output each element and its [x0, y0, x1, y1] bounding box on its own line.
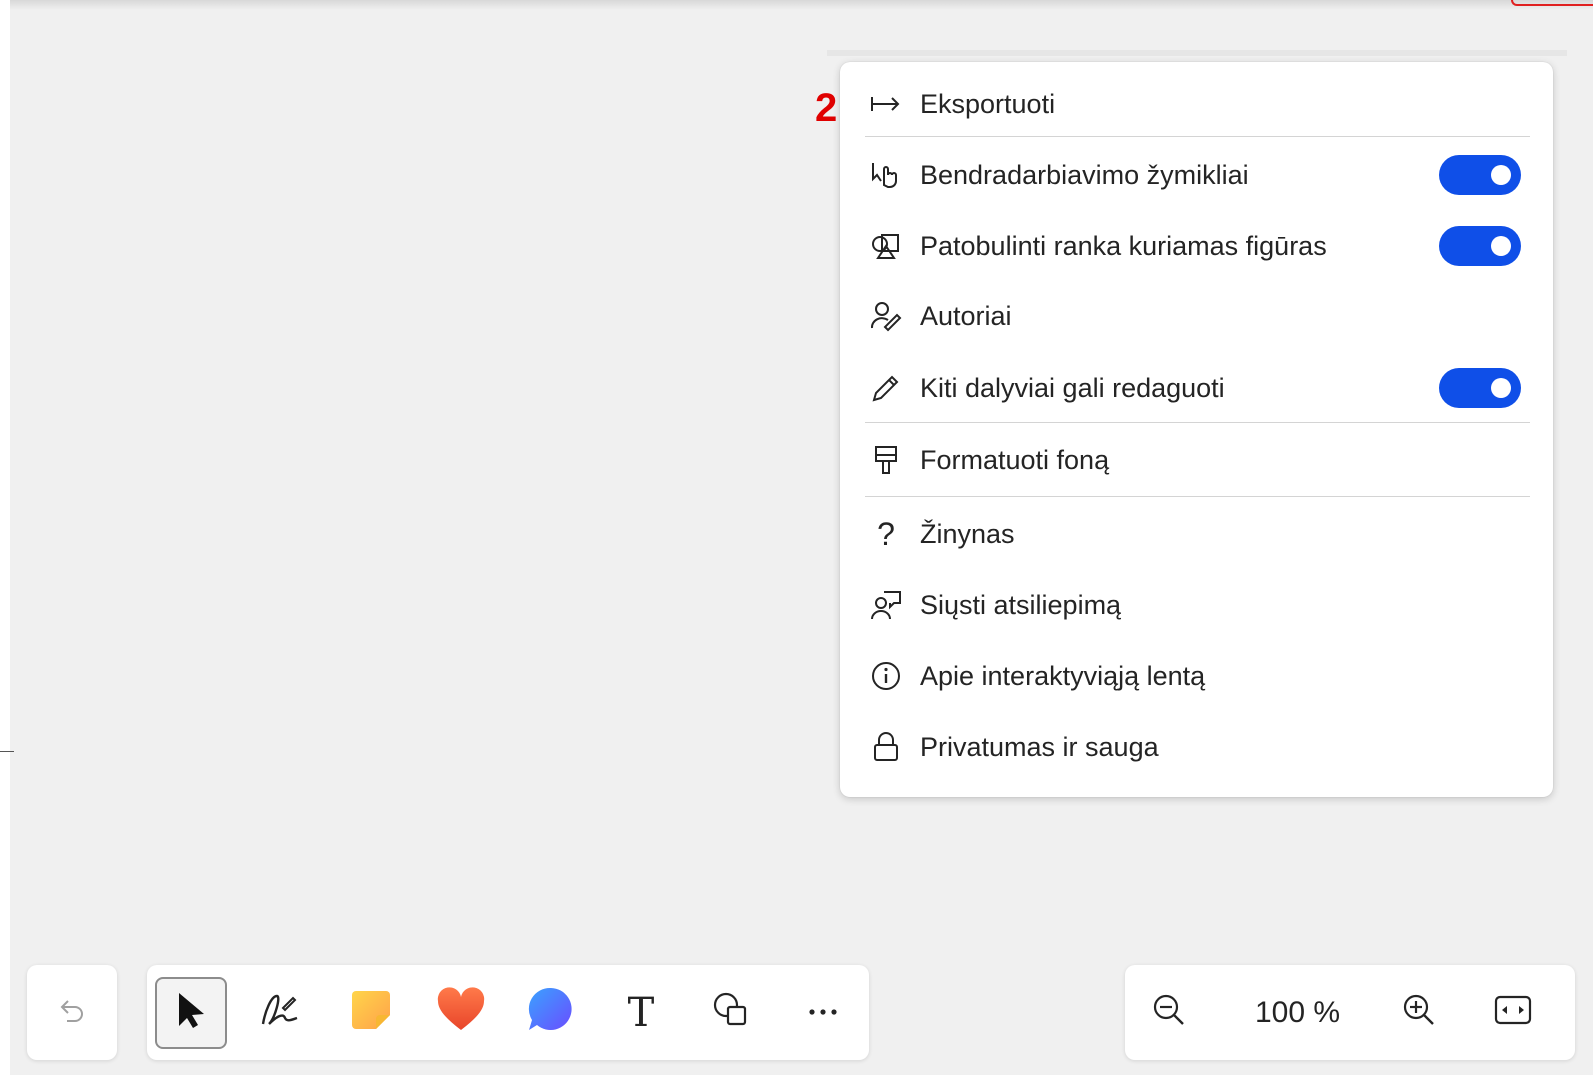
- pen-tool-button[interactable]: [243, 977, 315, 1049]
- info-icon: [870, 660, 902, 692]
- reaction-button[interactable]: [425, 977, 497, 1049]
- question-icon: ?: [877, 515, 895, 552]
- zoom-out-button[interactable]: [1133, 977, 1205, 1049]
- others-can-edit-toggle[interactable]: [1439, 368, 1521, 408]
- toggle-knob: [1491, 378, 1511, 398]
- reaction-icon: [436, 987, 486, 1038]
- zoom-toolbar: 100 %: [1125, 965, 1575, 1060]
- tools-toolbar: T: [147, 965, 869, 1060]
- collaboration-cursor-icon: [870, 159, 902, 191]
- pencil-icon: [870, 372, 902, 404]
- menu-backdrop-strip: [827, 50, 1567, 56]
- menu-item-label: Privatumas ir sauga: [920, 731, 1159, 762]
- menu-item-label: Kiti dalyviai gali redaguoti: [920, 372, 1225, 403]
- menu-item-label: Formatuoti foną: [920, 444, 1110, 475]
- sticky-note-icon: [348, 987, 394, 1038]
- pen-icon: [257, 988, 301, 1037]
- menu-divider: [865, 422, 1530, 423]
- menu-item-label: Žinynas: [920, 518, 1015, 549]
- menu-item-label: Siųsti atsiliepimą: [920, 589, 1122, 620]
- fit-to-screen-icon: [1494, 994, 1532, 1031]
- menu-item-label: Bendradarbiavimo žymikliai: [920, 159, 1249, 190]
- menu-item-format-background[interactable]: Formatuoti foną: [840, 430, 1553, 490]
- person-edit-icon: [870, 300, 902, 332]
- menu-item-feedback[interactable]: Siųsti atsiliepimą: [840, 575, 1553, 635]
- fit-to-screen-button[interactable]: [1477, 977, 1549, 1049]
- undo-icon: [55, 993, 89, 1032]
- menu-item-authors[interactable]: Autoriai: [840, 286, 1553, 346]
- menu-item-help[interactable]: ? Žinynas: [840, 504, 1553, 564]
- zoom-level: 100 %: [1255, 995, 1341, 1029]
- step-badge: 2: [815, 86, 838, 130]
- export-icon: [870, 88, 902, 120]
- shapes-icon: [870, 230, 902, 262]
- menu-item-others-can-edit[interactable]: Kiti dalyviai gali redaguoti: [840, 358, 1553, 418]
- menu-item-label: Autoriai: [920, 300, 1012, 331]
- toggle-knob: [1491, 165, 1511, 185]
- more-tools-button[interactable]: [787, 977, 859, 1049]
- more-icon: [807, 1004, 839, 1022]
- zoom-in-button[interactable]: [1383, 977, 1455, 1049]
- select-tool-button[interactable]: [155, 976, 227, 1049]
- settings-menu: Eksportuoti Bendradarbiavimo žymikliai P…: [840, 62, 1553, 797]
- menu-item-ink-shapes[interactable]: Patobulinti ranka kuriamas figūras: [840, 216, 1553, 276]
- menu-divider: [865, 496, 1530, 497]
- left-edge: [0, 0, 10, 1075]
- toggle-knob: [1491, 236, 1511, 256]
- text-tool-button[interactable]: T: [605, 977, 677, 1049]
- zoom-out-icon: [1151, 992, 1187, 1033]
- text-icon: T: [627, 989, 655, 1036]
- menu-item-label: Apie interaktyviąją lentą: [920, 660, 1206, 691]
- undo-panel: [27, 965, 117, 1060]
- comment-icon: [526, 985, 576, 1040]
- menu-item-export[interactable]: Eksportuoti: [840, 74, 1553, 134]
- menu-item-about[interactable]: Apie interaktyviąją lentą: [840, 646, 1553, 706]
- select-icon: [173, 990, 209, 1035]
- shapes-tool-button[interactable]: [695, 977, 767, 1049]
- comment-button[interactable]: [515, 977, 587, 1049]
- window-top-edge: [0, 0, 1593, 10]
- sticky-note-button[interactable]: [335, 977, 407, 1049]
- corner-marker: [1511, 0, 1593, 6]
- paint-brush-icon: [870, 444, 902, 476]
- left-tick-mark: [0, 751, 14, 752]
- menu-item-label: Patobulinti ranka kuriamas figūras: [920, 230, 1327, 261]
- menu-item-privacy[interactable]: Privatumas ir sauga: [840, 717, 1553, 777]
- ink-shapes-toggle[interactable]: [1439, 226, 1521, 266]
- undo-button[interactable]: [36, 977, 108, 1049]
- menu-item-collaboration-cursors[interactable]: Bendradarbiavimo žymikliai: [840, 145, 1553, 205]
- shapes-icon: [711, 990, 751, 1035]
- menu-item-label: Eksportuoti: [920, 88, 1056, 119]
- menu-divider: [865, 136, 1530, 137]
- feedback-icon: [870, 589, 902, 621]
- collaboration-cursors-toggle[interactable]: [1439, 155, 1521, 195]
- zoom-in-icon: [1401, 992, 1437, 1033]
- lock-icon: [870, 731, 902, 763]
